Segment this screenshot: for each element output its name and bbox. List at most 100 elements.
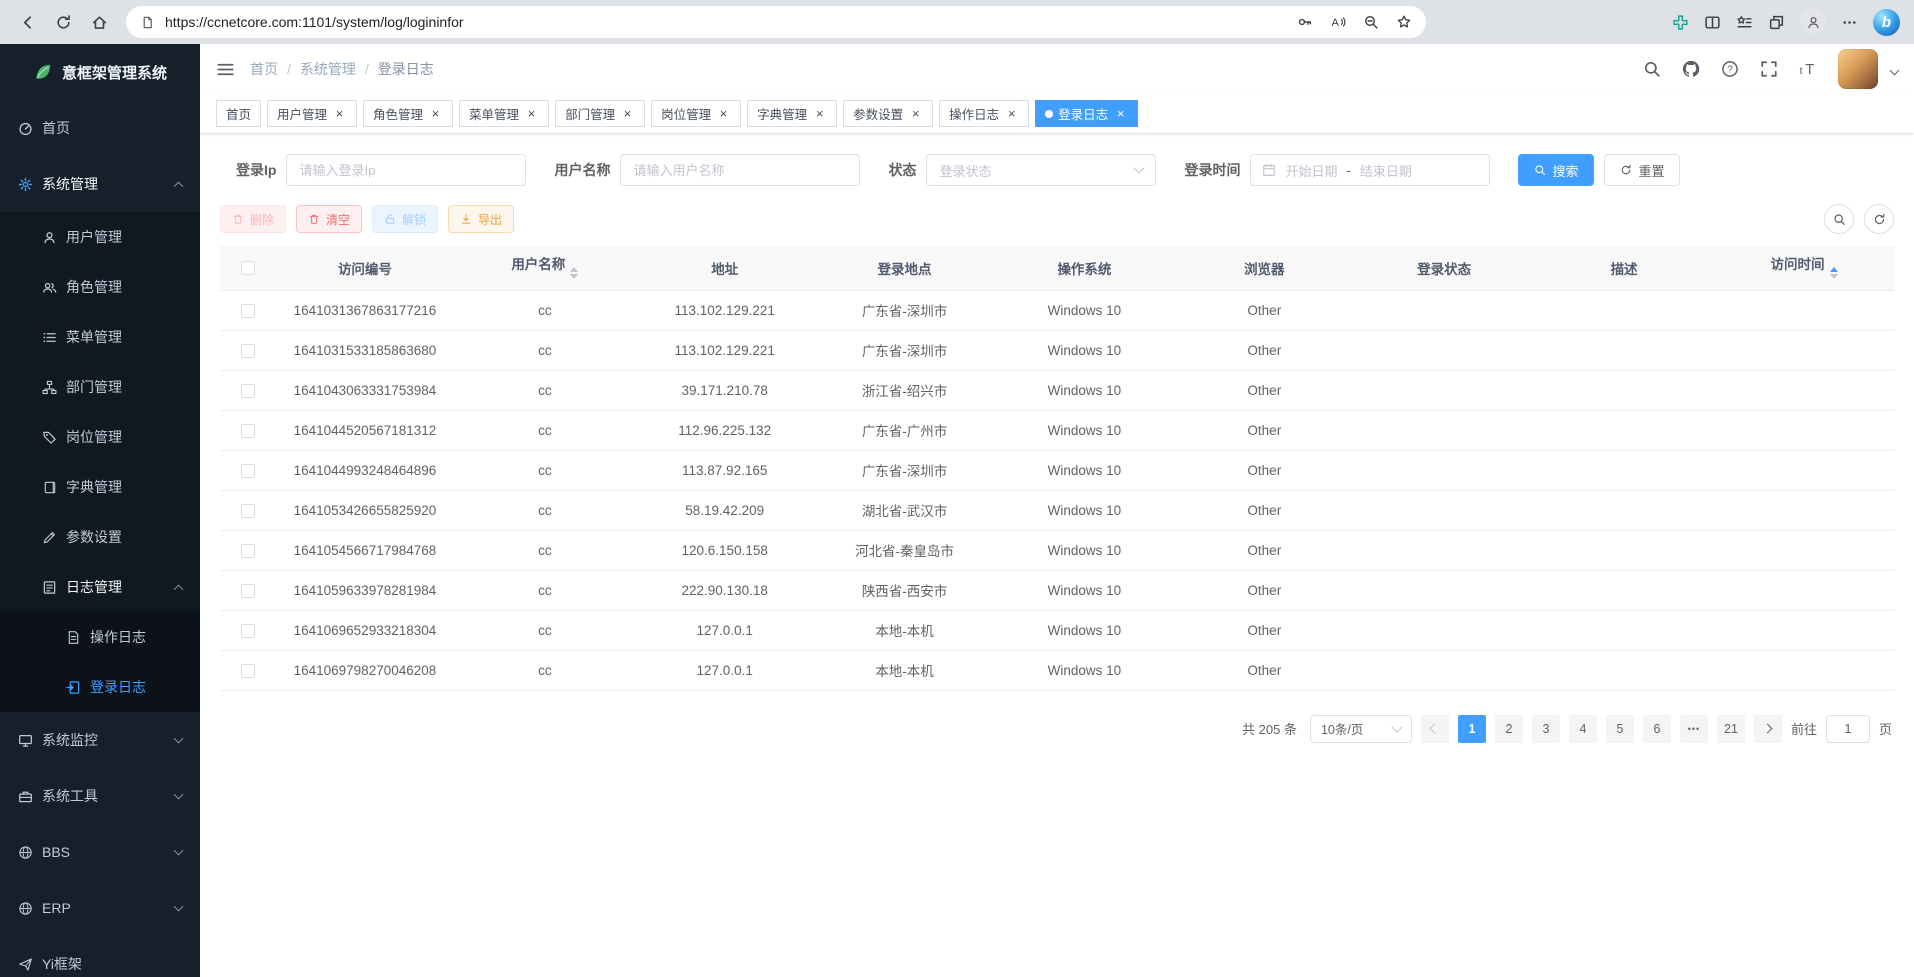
close-tab-icon[interactable] [428, 106, 443, 121]
table-row[interactable]: 1641069652933218304 cc 127.0.0.1 本地-本机 W… [220, 610, 1894, 650]
page-button-5[interactable]: 5 [1606, 715, 1634, 743]
sidebar-item-system-tools[interactable]: 系统工具 [0, 768, 200, 824]
sidebar-item-param-settings[interactable]: 参数设置 [0, 512, 200, 562]
browser-back-button[interactable] [10, 5, 44, 39]
close-tab-icon[interactable] [1113, 106, 1128, 121]
tab-op-log[interactable]: 操作日志 [939, 100, 1029, 127]
tab-role-mgmt[interactable]: 角色管理 [363, 100, 453, 127]
sidebar-item-system-mgmt[interactable]: 系统管理 [0, 156, 200, 212]
close-tab-icon[interactable] [812, 106, 827, 121]
page-button-1[interactable]: 1 [1458, 715, 1486, 743]
search-button[interactable]: 搜索 [1518, 154, 1594, 186]
help-icon[interactable] [1721, 60, 1739, 78]
tab-dict-mgmt[interactable]: 字典管理 [747, 100, 837, 127]
filter-user-name-input[interactable] [620, 154, 860, 186]
user-avatar[interactable] [1838, 49, 1878, 89]
sidebar-item-log-mgmt[interactable]: 日志管理 [0, 562, 200, 612]
extensions-icon[interactable] [1672, 14, 1689, 31]
tab-post-mgmt[interactable]: 岗位管理 [651, 100, 741, 127]
row-checkbox[interactable] [241, 624, 255, 638]
sort-carets-icon[interactable] [1830, 263, 1838, 283]
sidebar-item-erp[interactable]: ERP [0, 880, 200, 936]
page-button-6[interactable]: 6 [1643, 715, 1671, 743]
table-row[interactable]: 1641043063331753984 cc 39.171.210.78 浙江省… [220, 370, 1894, 410]
tab-dept-mgmt[interactable]: 部门管理 [555, 100, 645, 127]
sidebar-item-login-log[interactable]: 登录日志 [0, 662, 200, 712]
unlock-button[interactable]: 解锁 [372, 205, 438, 233]
sort-carets-icon[interactable] [570, 263, 578, 283]
filter-login-ip-input[interactable] [286, 154, 526, 186]
table-row[interactable]: 1641031367863177216 cc 113.102.129.221 广… [220, 290, 1894, 330]
fullscreen-icon[interactable] [1760, 60, 1778, 78]
row-checkbox[interactable] [241, 424, 255, 438]
col-visit-time[interactable]: 访问时间 [1714, 246, 1894, 290]
col-user-name[interactable]: 用户名称 [455, 246, 635, 290]
row-checkbox[interactable] [241, 664, 255, 678]
read-aloud-icon[interactable] [1330, 14, 1346, 30]
collapse-sidebar-icon[interactable] [216, 60, 235, 79]
browser-home-button[interactable] [82, 5, 116, 39]
show-search-button[interactable] [1824, 204, 1854, 234]
favorites-bar-icon[interactable] [1736, 14, 1753, 31]
browser-refresh-button[interactable] [46, 5, 80, 39]
close-tab-icon[interactable] [332, 106, 347, 121]
breadcrumb-system-mgmt[interactable]: 系统管理 [300, 59, 356, 79]
password-key-icon[interactable] [1297, 14, 1313, 30]
page-button-2[interactable]: 2 [1495, 715, 1523, 743]
next-page-button[interactable] [1754, 715, 1782, 743]
row-checkbox[interactable] [241, 504, 255, 518]
sidebar-item-role-mgmt[interactable]: 角色管理 [0, 262, 200, 312]
delete-button[interactable]: 删除 [220, 205, 286, 233]
sidebar-item-bbs[interactable]: BBS [0, 824, 200, 880]
row-checkbox[interactable] [241, 384, 255, 398]
tab-home[interactable]: 首页 [216, 100, 261, 127]
github-icon[interactable] [1682, 60, 1700, 78]
table-row[interactable]: 1641044993248464896 cc 113.87.92.165 广东省… [220, 450, 1894, 490]
sidebar-item-home[interactable]: 首页 [0, 100, 200, 156]
zoom-icon[interactable] [1363, 14, 1379, 30]
sidebar-item-dept-mgmt[interactable]: 部门管理 [0, 362, 200, 412]
split-screen-icon[interactable] [1704, 14, 1721, 31]
sidebar-item-user-mgmt[interactable]: 用户管理 [0, 212, 200, 262]
tab-param-settings[interactable]: 参数设置 [843, 100, 933, 127]
table-row[interactable]: 1641069798270046208 cc 127.0.0.1 本地-本机 W… [220, 650, 1894, 690]
browser-profile-avatar[interactable] [1800, 9, 1826, 35]
table-row[interactable]: 1641031533185863680 cc 113.102.129.221 广… [220, 330, 1894, 370]
refresh-table-button[interactable] [1864, 204, 1894, 234]
table-row[interactable]: 1641044520567181312 cc 112.96.225.132 广东… [220, 410, 1894, 450]
close-tab-icon[interactable] [524, 106, 539, 121]
page-button-21[interactable]: 21 [1717, 715, 1745, 743]
url-text[interactable]: https://ccnetcore.com:1101/system/log/lo… [165, 14, 464, 30]
close-tab-icon[interactable] [716, 106, 731, 121]
export-button[interactable]: 导出 [448, 205, 514, 233]
row-checkbox[interactable] [241, 464, 255, 478]
sidebar-item-menu-mgmt[interactable]: 菜单管理 [0, 312, 200, 362]
close-tab-icon[interactable] [908, 106, 923, 121]
tab-menu-mgmt[interactable]: 菜单管理 [459, 100, 549, 127]
page-info-icon[interactable] [140, 15, 155, 30]
tab-login-log[interactable]: 登录日志 [1035, 100, 1138, 127]
tab-user-mgmt[interactable]: 用户管理 [267, 100, 357, 127]
breadcrumb-home[interactable]: 首页 [250, 59, 278, 79]
select-all-checkbox[interactable] [241, 261, 255, 275]
table-row[interactable]: 1641059633978281984 cc 222.90.130.18 陕西省… [220, 570, 1894, 610]
avatar-caret-down-icon[interactable] [1890, 65, 1900, 75]
goto-page-input[interactable] [1826, 715, 1870, 743]
row-checkbox[interactable] [241, 304, 255, 318]
favorite-star-icon[interactable] [1396, 14, 1412, 30]
reset-button[interactable]: 重置 [1604, 154, 1680, 186]
more-pages-button[interactable]: ••• [1680, 715, 1708, 743]
row-checkbox[interactable] [241, 344, 255, 358]
table-row[interactable]: 1641054566717984768 cc 120.6.150.158 河北省… [220, 530, 1894, 570]
clear-button[interactable]: 清空 [296, 205, 362, 233]
table-row[interactable]: 1641053426655825920 cc 58.19.42.209 湖北省-… [220, 490, 1894, 530]
page-button-3[interactable]: 3 [1532, 715, 1560, 743]
browser-menu-icon[interactable] [1841, 14, 1858, 31]
page-button-4[interactable]: 4 [1569, 715, 1597, 743]
page-size-select[interactable]: 10条/页 [1310, 715, 1412, 743]
sidebar-item-yi-framework[interactable]: Yi框架 [0, 936, 200, 977]
font-size-icon[interactable] [1799, 60, 1817, 78]
row-checkbox[interactable] [241, 584, 255, 598]
sidebar-item-post-mgmt[interactable]: 岗位管理 [0, 412, 200, 462]
close-tab-icon[interactable] [1004, 106, 1019, 121]
